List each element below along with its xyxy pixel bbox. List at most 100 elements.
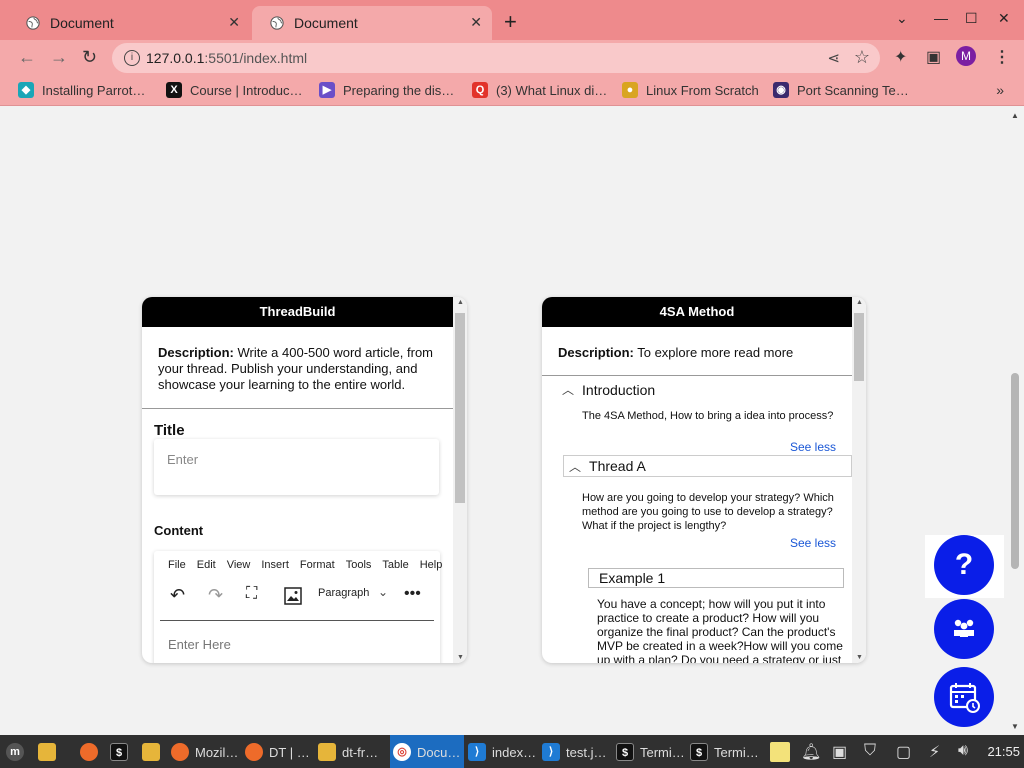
scroll-down-icon[interactable]: ▼ (856, 654, 863, 661)
address-bar[interactable]: i 127.0.0.1:5501/index.html ⋖ ☆ (112, 43, 880, 73)
editor-menu-insert[interactable]: Insert (261, 559, 289, 571)
scroll-thumb[interactable] (854, 313, 864, 381)
bookmark-star-icon[interactable]: ☆ (854, 47, 870, 68)
editor-menu-tools[interactable]: Tools (346, 559, 372, 571)
bookmark-item[interactable]: X Course | Introduc… (166, 82, 302, 98)
team-icon (954, 619, 974, 637)
editor-menu-view[interactable]: View (227, 559, 251, 571)
browser-tab-active[interactable]: Document ✕ (252, 6, 492, 40)
parrot-icon: ◆ (18, 82, 34, 98)
new-tab-icon[interactable]: + (504, 9, 517, 35)
team-button[interactable] (934, 599, 994, 659)
more-bookmarks-icon[interactable]: » (996, 82, 1004, 98)
title-input[interactable]: Enter (154, 439, 439, 495)
reload-icon[interactable]: ↻ (82, 47, 97, 68)
firefox-icon (171, 743, 189, 761)
side-panel-icon[interactable]: ▣ (926, 47, 941, 67)
accordion-thread-a[interactable]: ︿ Thread A (563, 455, 852, 477)
scroll-up-icon[interactable]: ▲ (1011, 111, 1019, 120)
files-launcher[interactable] (38, 741, 62, 763)
taskbar-window[interactable]: dt-fr… (318, 741, 378, 763)
scroll-thumb[interactable] (1011, 373, 1019, 569)
scroll-up-icon[interactable]: ▲ (856, 299, 863, 306)
scroll-down-icon[interactable]: ▼ (457, 654, 464, 661)
slides-icon: ▶ (319, 82, 335, 98)
taskbar-window[interactable]: DT | … (245, 741, 310, 763)
minimize-icon[interactable]: — (934, 10, 948, 26)
editor-menu-table[interactable]: Table (382, 559, 408, 571)
globe-icon (26, 16, 40, 30)
redo-icon[interactable]: ↷ (208, 585, 223, 606)
browser-tab[interactable]: Document ✕ (8, 6, 250, 40)
fullscreen-icon[interactable]: ⛶ (246, 585, 257, 603)
taskbar-window-active[interactable]: ◎ Docu… (393, 741, 460, 763)
extensions-puzzle-icon[interactable]: ✦ (894, 47, 907, 67)
taskbar-window[interactable]: Mozil… (171, 741, 238, 763)
card-scrollbar[interactable]: ▲ ▼ (453, 297, 467, 663)
undo-icon[interactable]: ↶ (170, 585, 185, 606)
help-button[interactable]: ? (934, 535, 994, 595)
shield-icon[interactable]: ⛉ (864, 742, 876, 760)
start-menu-button[interactable]: m (6, 741, 30, 763)
editor-menu-file[interactable]: File (168, 559, 186, 571)
notes-icon[interactable] (770, 742, 790, 767)
scroll-up-icon[interactable]: ▲ (457, 299, 464, 306)
page-scrollbar[interactable]: ▲ ▼ (1008, 107, 1022, 735)
close-window-icon[interactable]: ✕ (998, 10, 1010, 27)
taskbar-window[interactable]: ⟩ test.j… (542, 741, 606, 763)
taskbar-window[interactable]: ⟩ index… (468, 741, 536, 763)
window-icon[interactable]: ▢ (896, 742, 911, 762)
volume-icon[interactable]: 🔊︎ (958, 742, 968, 760)
clock[interactable]: 21:55 (987, 744, 1020, 759)
card-title: 4SA Method (542, 297, 852, 327)
editor-menu-edit[interactable]: Edit (197, 559, 216, 571)
notifications-bell-icon[interactable]: 🔔︎ (801, 742, 821, 762)
bookmark-item[interactable]: ● Linux From Scratch (622, 82, 759, 98)
forward-arrow-icon[interactable]: → (50, 47, 68, 68)
rich-text-editor[interactable]: File Edit View Insert Format Tools Table… (154, 551, 443, 663)
eye-icon: ◉ (773, 82, 789, 98)
block-format-select[interactable]: Paragraph (318, 587, 369, 599)
accordion-example-1[interactable]: Example 1 (588, 568, 844, 588)
close-tab-icon[interactable]: ✕ (470, 14, 482, 31)
card-description: Description: To explore more read more (558, 345, 794, 360)
see-less-link[interactable]: See less (790, 536, 836, 550)
vscode-icon: ⟩ (542, 743, 560, 761)
schedule-button[interactable] (934, 667, 994, 727)
chevron-down-icon[interactable]: ⌄ (378, 585, 388, 599)
kebab-menu-icon[interactable]: ⋮ (994, 47, 1010, 67)
share-icon[interactable]: ⋖ (827, 49, 840, 67)
scroll-down-icon[interactable]: ▼ (1011, 722, 1019, 731)
quora-icon: Q (472, 82, 488, 98)
clipboard-alert-icon[interactable]: ▣ (832, 742, 847, 762)
profile-avatar[interactable]: M (956, 46, 976, 66)
divider (542, 375, 852, 376)
bookmark-item[interactable]: Q (3) What Linux di… (472, 82, 607, 98)
folder-icon (38, 743, 56, 761)
terminal-icon: $ (110, 743, 128, 761)
terminal-launcher[interactable]: $ (110, 741, 134, 763)
see-less-link[interactable]: See less (790, 440, 836, 454)
editor-menu-format[interactable]: Format (300, 559, 335, 571)
taskbar-window[interactable]: $ Termi… (690, 741, 759, 763)
bookmark-item[interactable]: ▶ Preparing the dis… (319, 82, 454, 98)
card-scrollbar[interactable]: ▲ ▼ (852, 297, 866, 663)
back-arrow-icon[interactable]: ← (18, 47, 36, 68)
accordion-introduction[interactable]: ︿ Introduction (562, 381, 655, 398)
tab-search-chevron-icon[interactable]: ⌄ (896, 10, 908, 27)
power-icon[interactable]: ⚡︎ (929, 742, 940, 762)
site-info-icon[interactable]: i (124, 50, 140, 66)
more-options-icon[interactable]: ••• (404, 585, 421, 603)
maximize-icon[interactable]: ☐ (965, 10, 978, 27)
image-icon[interactable] (284, 587, 302, 605)
scroll-thumb[interactable] (455, 313, 465, 503)
bookmark-item[interactable]: ◆ Installing Parrot… (18, 82, 145, 98)
bookmark-item[interactable]: ◉ Port Scanning Te… (773, 82, 909, 98)
folder-launcher[interactable] (142, 741, 166, 763)
editor-menu-help[interactable]: Help (420, 559, 443, 571)
terminal-icon: $ (616, 743, 634, 761)
url-text[interactable]: 127.0.0.1:5501/index.html (146, 50, 307, 66)
firefox-launcher[interactable] (80, 741, 104, 763)
close-tab-icon[interactable]: ✕ (228, 14, 240, 31)
taskbar-window[interactable]: $ Termi… (616, 741, 685, 763)
